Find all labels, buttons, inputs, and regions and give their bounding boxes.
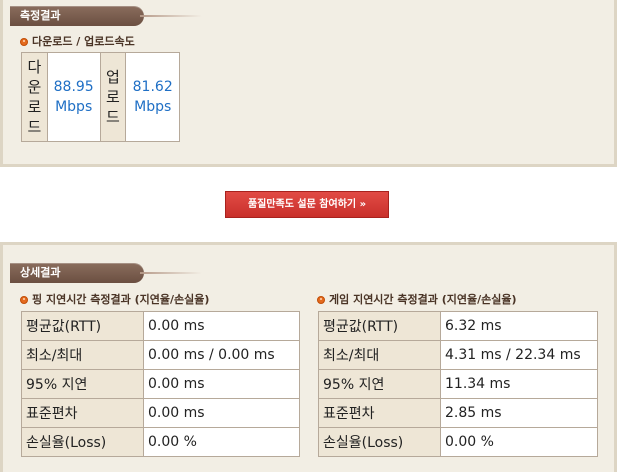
table-row: 표준편차 2.85 ms xyxy=(318,398,598,428)
table-row: 95% 지연 0.00 ms xyxy=(21,369,300,399)
upload-label-char: 드 xyxy=(106,108,120,126)
row-label: 손실율(Loss) xyxy=(318,427,441,457)
row-value: 6.32 ms xyxy=(440,311,598,341)
upload-label: 업 로 드 xyxy=(100,53,127,141)
upload-label-char: 로 xyxy=(106,88,120,106)
download-label-char: 다 xyxy=(27,58,42,76)
row-label: 평균값(RTT) xyxy=(318,311,441,341)
row-value: 0.00 ms xyxy=(143,311,300,341)
row-value: 4.31 ms / 22.34 ms xyxy=(440,340,598,370)
measurement-tab: 측정결과 xyxy=(10,6,144,26)
row-value: 0.00 % xyxy=(143,427,300,457)
row-value: 2.85 ms xyxy=(440,398,598,428)
upload-speed-number: 81.62 xyxy=(132,79,173,95)
download-label-char: 운 xyxy=(27,78,42,96)
row-label: 최소/최대 xyxy=(318,340,441,370)
game-subtitle-text: 게임 지연시간 측정결과 (지연율/손실율) xyxy=(329,293,517,306)
row-value: 0.00 ms xyxy=(143,369,300,399)
row-label: 표준편차 xyxy=(21,398,144,428)
upload-value: 81.62 Mbps xyxy=(126,53,179,141)
tab-divider-line xyxy=(140,15,202,17)
game-result-table: 평균값(RTT) 6.32 ms 최소/최대 4.31 ms / 22.34 m… xyxy=(318,311,598,457)
speed-table: 다 운 로 드 88.95 Mbps 업 로 드 81.62 Mbps xyxy=(21,52,180,142)
download-speed-number: 88.95 xyxy=(53,79,94,95)
ping-subtitle: 핑 지연시간 측정결과 (지연율/손실율) xyxy=(20,291,209,307)
row-label: 평균값(RTT) xyxy=(21,311,144,341)
row-label: 표준편차 xyxy=(318,398,441,428)
bullet-icon xyxy=(20,38,28,46)
upload-speed-unit: Mbps xyxy=(134,99,172,115)
row-value: 0.00 % xyxy=(440,427,598,457)
details-tab: 상세결과 xyxy=(10,263,144,283)
table-row: 손실율(Loss) 0.00 % xyxy=(318,427,598,457)
table-row: 최소/최대 0.00 ms / 0.00 ms xyxy=(21,340,300,370)
row-value: 0.00 ms xyxy=(143,398,300,428)
table-row: 평균값(RTT) 0.00 ms xyxy=(21,311,300,341)
ping-subtitle-text: 핑 지연시간 측정결과 (지연율/손실율) xyxy=(32,293,210,306)
game-subtitle: 게임 지연시간 측정결과 (지연율/손실율) xyxy=(317,291,516,307)
tab-divider-line xyxy=(140,272,202,274)
row-value: 11.34 ms xyxy=(440,369,598,399)
table-row: 최소/최대 4.31 ms / 22.34 ms xyxy=(318,340,598,370)
row-label: 95% 지연 xyxy=(318,369,441,399)
row-label: 95% 지연 xyxy=(21,369,144,399)
bullet-icon xyxy=(20,296,28,304)
bullet-icon xyxy=(317,296,325,304)
table-row: 95% 지연 11.34 ms xyxy=(318,369,598,399)
table-row: 평균값(RTT) 6.32 ms xyxy=(318,311,598,341)
row-value: 0.00 ms / 0.00 ms xyxy=(143,340,300,370)
details-tab-label: 상세결과 xyxy=(20,266,61,279)
speed-subtitle-text: 다운로드 / 업로드속도 xyxy=(32,35,135,48)
table-row: 표준편차 0.00 ms xyxy=(21,398,300,428)
measurement-tab-label: 측정결과 xyxy=(20,9,61,22)
download-speed-unit: Mbps xyxy=(55,99,93,115)
download-label-char: 로 xyxy=(27,98,42,116)
ping-result-table: 평균값(RTT) 0.00 ms 최소/최대 0.00 ms / 0.00 ms… xyxy=(21,311,300,457)
download-label-char: 드 xyxy=(27,118,42,136)
survey-button[interactable]: 품질만족도 설문 참여하기 » xyxy=(225,191,389,218)
speed-subtitle: 다운로드 / 업로드속도 xyxy=(20,33,135,49)
row-label: 손실율(Loss) xyxy=(21,427,144,457)
row-label: 최소/최대 xyxy=(21,340,144,370)
download-label: 다 운 로 드 xyxy=(22,53,48,141)
table-row: 손실율(Loss) 0.00 % xyxy=(21,427,300,457)
upload-label-char: 업 xyxy=(106,68,120,86)
download-value: 88.95 Mbps xyxy=(48,53,101,141)
